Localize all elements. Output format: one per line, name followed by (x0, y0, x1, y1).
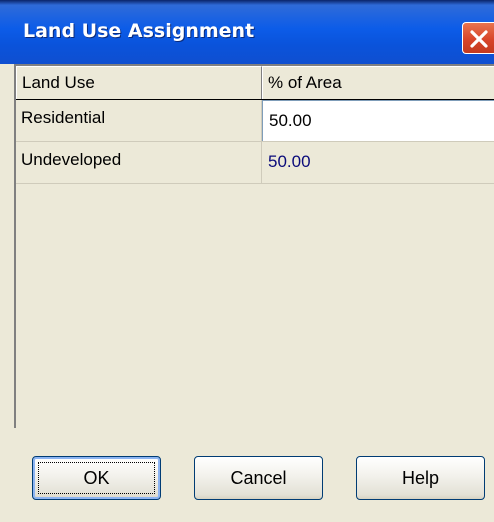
table-row[interactable]: Undeveloped 50.00 (16, 142, 494, 184)
land-use-cell[interactable]: Undeveloped (16, 142, 262, 183)
column-header-land-use[interactable]: Land Use (16, 66, 262, 99)
percent-cell[interactable]: 50.00 (262, 142, 494, 183)
help-button[interactable]: Help (356, 456, 485, 500)
land-use-cell[interactable]: Residential (16, 100, 262, 141)
focus-rectangle (38, 462, 155, 494)
close-button[interactable] (462, 22, 494, 54)
cancel-button[interactable]: Cancel (194, 456, 323, 500)
land-use-grid: Land Use % of Area Residential 50.00 Und… (14, 64, 494, 428)
dialog-window: Land Use Assignment Land Use % of Area R… (0, 0, 494, 522)
help-button-label: Help (401, 468, 440, 488)
cancel-button-label: Cancel (230, 468, 287, 488)
ok-button[interactable]: OK (32, 456, 161, 500)
table-row[interactable]: Residential 50.00 (16, 100, 494, 142)
percent-input[interactable]: 50.00 (262, 100, 494, 141)
window-title: Land Use Assignment (23, 20, 255, 42)
grid-header: Land Use % of Area (16, 66, 494, 100)
title-bar[interactable]: Land Use Assignment (0, 0, 494, 64)
column-header-percent-area[interactable]: % of Area (262, 66, 494, 99)
close-icon (470, 30, 488, 48)
